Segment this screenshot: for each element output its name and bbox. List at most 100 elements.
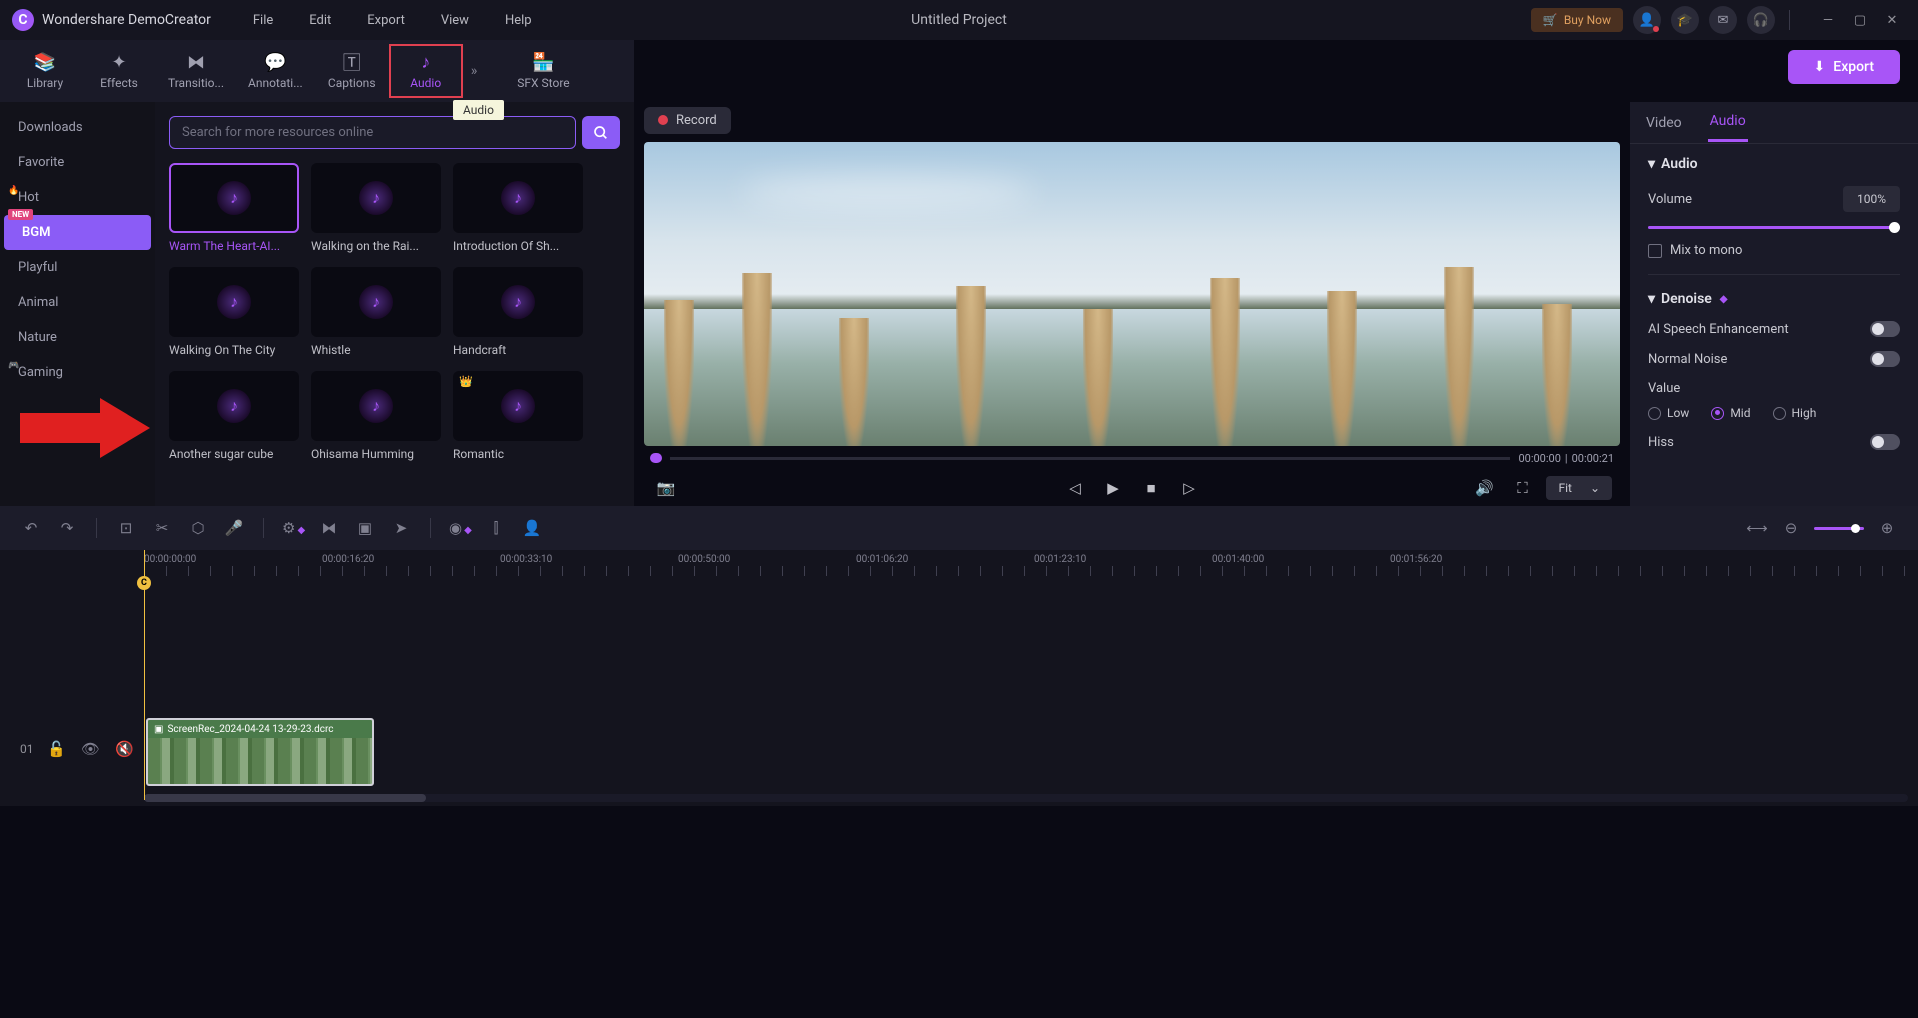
normal-noise-toggle[interactable] (1870, 351, 1900, 367)
asset-card[interactable]: ♪Another sugar cube (169, 371, 299, 461)
track-visible-button[interactable]: 👁 (80, 740, 102, 758)
cat-nature[interactable]: Nature (0, 320, 155, 355)
timeline-clip[interactable]: ▣ ScreenRec_2024-04-24 13-29-23.dcrc (146, 718, 374, 786)
cat-playful[interactable]: Playful (0, 250, 155, 285)
split-button[interactable]: ✂ (151, 519, 173, 537)
minimize-button[interactable]: — (1814, 6, 1842, 34)
cat-downloads[interactable]: Downloads (0, 110, 155, 145)
snapshot-button[interactable]: 📷 (652, 474, 680, 502)
scrub-handle[interactable] (650, 453, 662, 463)
denoise-section-toggle[interactable]: ▾ Denoise ◆ (1648, 291, 1900, 307)
crop-button[interactable]: ⊡ (115, 519, 137, 537)
cat-gaming[interactable]: 🎮 Gaming (0, 355, 155, 390)
playhead[interactable] (144, 550, 145, 800)
chevron-down-icon: ▾ (1648, 156, 1655, 172)
zoom-in-button[interactable]: ⊕ (1876, 519, 1898, 537)
cursor-button[interactable]: ➤ (390, 519, 412, 537)
freeze-button[interactable]: ▣ (354, 519, 376, 537)
play-button[interactable]: ▶ (1099, 474, 1127, 502)
fit-dropdown[interactable]: Fit ⌄ (1546, 476, 1612, 500)
hiss-label: Hiss (1648, 435, 1674, 450)
prop-tab-video[interactable]: Video (1644, 105, 1684, 141)
volume-slider[interactable] (1648, 226, 1900, 229)
tab-library[interactable]: 📚 Library (8, 46, 82, 96)
record-button[interactable]: Record (644, 107, 731, 134)
asset-label: Introduction Of Sh... (453, 239, 583, 253)
cat-bgm[interactable]: NEW BGM (4, 215, 151, 250)
export-button[interactable]: ⬇ Export (1788, 50, 1900, 84)
buy-now-button[interactable]: 🛒 Buy Now (1531, 8, 1623, 32)
search-input[interactable] (169, 116, 576, 149)
zoom-out-button[interactable]: ⊖ (1780, 519, 1802, 537)
tab-transitions[interactable]: ⧓ Transitio... (156, 46, 236, 96)
cat-hot-label: Hot (18, 190, 39, 205)
hiss-toggle[interactable] (1870, 434, 1900, 450)
asset-card[interactable]: ♪Walking On The City (169, 267, 299, 357)
audio-icon: ♪ (421, 52, 430, 72)
menu-file[interactable]: File (239, 13, 287, 28)
transform-button[interactable]: ⫿ (485, 519, 507, 537)
project-title: Untitled Project (911, 12, 1007, 28)
track-mute-button[interactable]: 🔇 (114, 740, 136, 758)
asset-card[interactable]: ♪Warm The Heart-AI... (169, 163, 299, 253)
preview-viewport[interactable] (644, 142, 1620, 446)
support-icon[interactable]: 🎧 (1747, 6, 1775, 34)
ai-speech-toggle[interactable] (1870, 321, 1900, 337)
tab-audio[interactable]: ♪ Audio (389, 44, 463, 98)
radio-low[interactable]: Low (1648, 406, 1689, 420)
volume-label: Volume (1648, 192, 1692, 207)
ai-button[interactable]: ⚙◆ (282, 519, 304, 537)
tab-sfx-store[interactable]: 🏪 SFX Store (505, 46, 581, 96)
prev-frame-button[interactable]: ◁ (1061, 474, 1089, 502)
fit-timeline-button[interactable]: ⟷ (1746, 519, 1768, 537)
timeline[interactable]: 00:00:00:0000:00:16:2000:00:33:1000:00:5… (0, 550, 1918, 806)
asset-card[interactable]: ♪Whistle (311, 267, 441, 357)
user-icon[interactable]: 👤 (1633, 6, 1661, 34)
menu-edit[interactable]: Edit (295, 13, 345, 28)
menu-help[interactable]: Help (491, 13, 546, 28)
speed-button[interactable]: ◉◆ (449, 519, 471, 537)
academy-icon[interactable]: 🎓 (1671, 6, 1699, 34)
fullscreen-button[interactable]: ⛶ (1508, 474, 1536, 502)
next-frame-button[interactable]: ▷ (1175, 474, 1203, 502)
radio-mid[interactable]: Mid (1711, 406, 1750, 420)
asset-card[interactable]: ♪Handcraft (453, 267, 583, 357)
zoom-slider[interactable] (1814, 527, 1864, 530)
search-button[interactable] (582, 116, 620, 149)
tab-effects[interactable]: ✦ Effects (82, 46, 156, 96)
asset-card[interactable]: ♪Walking on the Rai... (311, 163, 441, 253)
mail-icon[interactable]: ✉ (1709, 6, 1737, 34)
tab-annotations[interactable]: 💬 Annotati... (236, 46, 315, 96)
cat-animal[interactable]: Animal (0, 285, 155, 320)
radio-high[interactable]: High (1773, 406, 1817, 420)
timeline-scrollbar[interactable] (144, 794, 1908, 802)
timeline-ruler[interactable]: 00:00:00:0000:00:16:2000:00:33:1000:00:5… (0, 550, 1918, 576)
tab-captions[interactable]: 🅃 Captions (315, 46, 389, 96)
redo-button[interactable]: ↷ (56, 519, 78, 537)
volume-value[interactable]: 100% (1843, 186, 1900, 212)
scrub-bar[interactable]: 00:00:00 | 00:00:21 (644, 446, 1620, 470)
maximize-button[interactable]: ▢ (1846, 6, 1874, 34)
close-button[interactable]: ✕ (1878, 6, 1906, 34)
voiceover-button[interactable]: 🎤 (223, 519, 245, 537)
audio-section-toggle[interactable]: ▾ Audio (1648, 156, 1900, 172)
fit-label: Fit (1558, 481, 1571, 495)
preview-panel: Record 00:00:00 | 00:00:2 (634, 102, 1630, 506)
more-tabs-button[interactable]: » (463, 63, 486, 79)
volume-button[interactable]: 🔊 (1470, 474, 1498, 502)
mirror-button[interactable]: ⧓ (318, 519, 340, 537)
track-lock-button[interactable]: 🔓 (46, 740, 68, 758)
mixmono-checkbox[interactable] (1648, 244, 1662, 258)
menu-export[interactable]: Export (353, 13, 419, 28)
prop-tab-audio[interactable]: Audio (1708, 103, 1748, 142)
asset-card[interactable]: ♪Ohisama Humming (311, 371, 441, 461)
asset-card[interactable]: 👑♪Romantic (453, 371, 583, 461)
cat-favorite[interactable]: Favorite (0, 145, 155, 180)
ai-speech-label: AI Speech Enhancement (1648, 322, 1789, 337)
marker-button[interactable]: ⬡ (187, 519, 209, 537)
asset-card[interactable]: ♪Introduction Of Sh... (453, 163, 583, 253)
menu-view[interactable]: View (427, 13, 483, 28)
undo-button[interactable]: ↶ (20, 519, 42, 537)
person-button[interactable]: 👤 (521, 519, 543, 537)
stop-button[interactable]: ■ (1137, 474, 1165, 502)
